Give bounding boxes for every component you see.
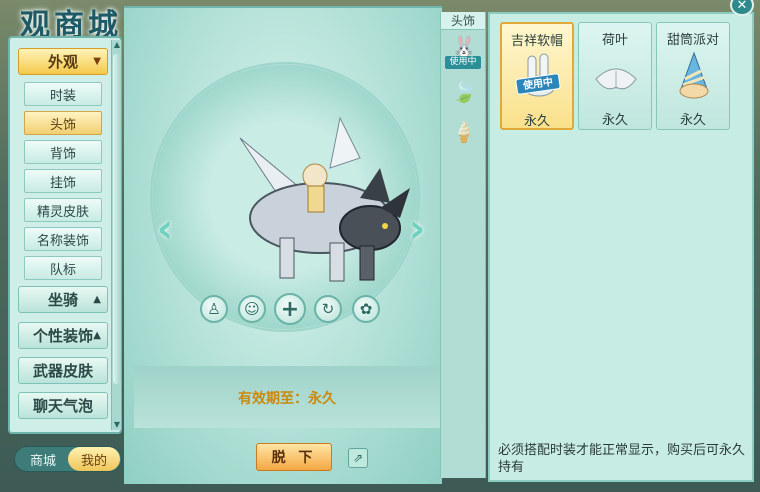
category-chat-bubble[interactable]: 聊天气泡: [18, 392, 108, 419]
character-preview: ‹ › ♙ ☺ + ↻ ✿ 有效期至：永久 脱 下 ⇗: [124, 6, 442, 484]
item-duration: 永久: [523, 114, 550, 129]
item-name: 甜筒派对: [666, 33, 719, 48]
category-label: 个性装饰: [32, 327, 93, 345]
take-off-button[interactable]: 脱 下: [256, 443, 332, 471]
equipped-strip: 头饰 🐰 使用中 🍃 🍦: [440, 12, 486, 478]
item-name: 吉祥软帽: [510, 34, 563, 49]
item-card-lotus-leaf[interactable]: 荷叶 永久: [578, 22, 652, 130]
sub-item-backwear[interactable]: 背饰: [24, 140, 102, 164]
category-sidebar: 外观 ▼ 时装 头饰 背饰 挂饰 精灵皮肤 名称装饰 队标 坐骑 ▲ 个性装饰 …: [8, 36, 122, 434]
category-personal-decor[interactable]: 个性装饰 ▲: [18, 322, 108, 349]
cone-hat-icon[interactable]: 🍦: [449, 118, 479, 146]
sub-item-fashion[interactable]: 时装: [24, 82, 102, 106]
sub-item-name-decoration[interactable]: 名称装饰: [24, 227, 102, 251]
shop-window: 观商城 外观 ▼ 时装 头饰 背饰 挂饰 精灵皮肤 名称装饰 队标 坐骑 ▲ 个…: [0, 0, 760, 492]
shop-mine-toggle[interactable]: 商城 我的: [14, 446, 122, 472]
sub-item-spirit-skin[interactable]: 精灵皮肤: [24, 198, 102, 222]
toggle-mine[interactable]: 我的: [68, 447, 120, 471]
sub-item-headwear[interactable]: 头饰: [24, 111, 102, 135]
share-icon[interactable]: ⇗: [348, 448, 368, 468]
chevron-up-icon: ▲: [93, 294, 101, 305]
character-mount-model: [239, 116, 410, 282]
item-name: 荷叶: [601, 33, 628, 48]
category-label: 外观: [47, 53, 78, 71]
category-weapon-skin[interactable]: 武器皮肤: [18, 357, 108, 384]
sub-item-pendant[interactable]: 挂饰: [24, 169, 102, 193]
category-label: 武器皮肤: [32, 362, 93, 380]
expiry-bar: 有效期至：永久: [134, 366, 440, 428]
preview-action-bar: ♙ ☺ + ↻ ✿: [200, 293, 380, 325]
chevron-up-icon: ▲: [93, 330, 101, 341]
lotus-leaf-icon: [595, 68, 637, 90]
category-label: 坐骑: [47, 291, 78, 309]
dye-icon[interactable]: ✿: [352, 295, 380, 323]
item-duration: 永久: [679, 113, 706, 128]
item-duration: 永久: [601, 113, 628, 128]
strip-header: 头饰: [441, 12, 485, 30]
plus-icon[interactable]: +: [274, 293, 306, 325]
sub-item-team-badge[interactable]: 队标: [24, 256, 102, 280]
purchase-notice: 必须搭配时装才能正常显示，购买后可永久持有: [498, 443, 746, 475]
item-grid: 吉祥软帽 使用中 永久 荷叶 永久 甜筒派对 永久 必须搭配时装才能正常显示，购…: [488, 12, 754, 482]
category-mount[interactable]: 坐骑 ▲: [18, 286, 108, 313]
person-icon[interactable]: ♙: [200, 295, 228, 323]
expression-icon[interactable]: ☺: [238, 295, 266, 323]
scroll-thumb[interactable]: [113, 54, 121, 384]
toggle-shop[interactable]: 商城: [17, 447, 69, 471]
cone-hat-icon: [679, 51, 709, 99]
sidebar-scrollbar[interactable]: ▲ ▼: [111, 40, 121, 430]
lotus-leaf-icon[interactable]: 🍃: [449, 78, 479, 106]
scroll-up-icon[interactable]: ▲: [112, 40, 122, 50]
item-card-cone-party[interactable]: 甜筒派对 永久: [656, 22, 730, 130]
rotate-left-arrow-icon[interactable]: ‹: [152, 204, 178, 254]
category-label: 聊天气泡: [32, 397, 93, 415]
category-appearance[interactable]: 外观 ▼: [18, 48, 108, 75]
expiry-text: 有效期至：永久: [238, 391, 336, 407]
using-tag: 使用中: [445, 56, 481, 69]
rotate-icon[interactable]: ↻: [314, 295, 342, 323]
scroll-down-icon[interactable]: ▼: [112, 420, 122, 430]
window-title-art: 观商城: [20, 8, 122, 43]
chevron-down-icon: ▼: [93, 56, 101, 67]
item-card-lucky-hat[interactable]: 吉祥软帽 使用中 永久: [500, 22, 574, 130]
